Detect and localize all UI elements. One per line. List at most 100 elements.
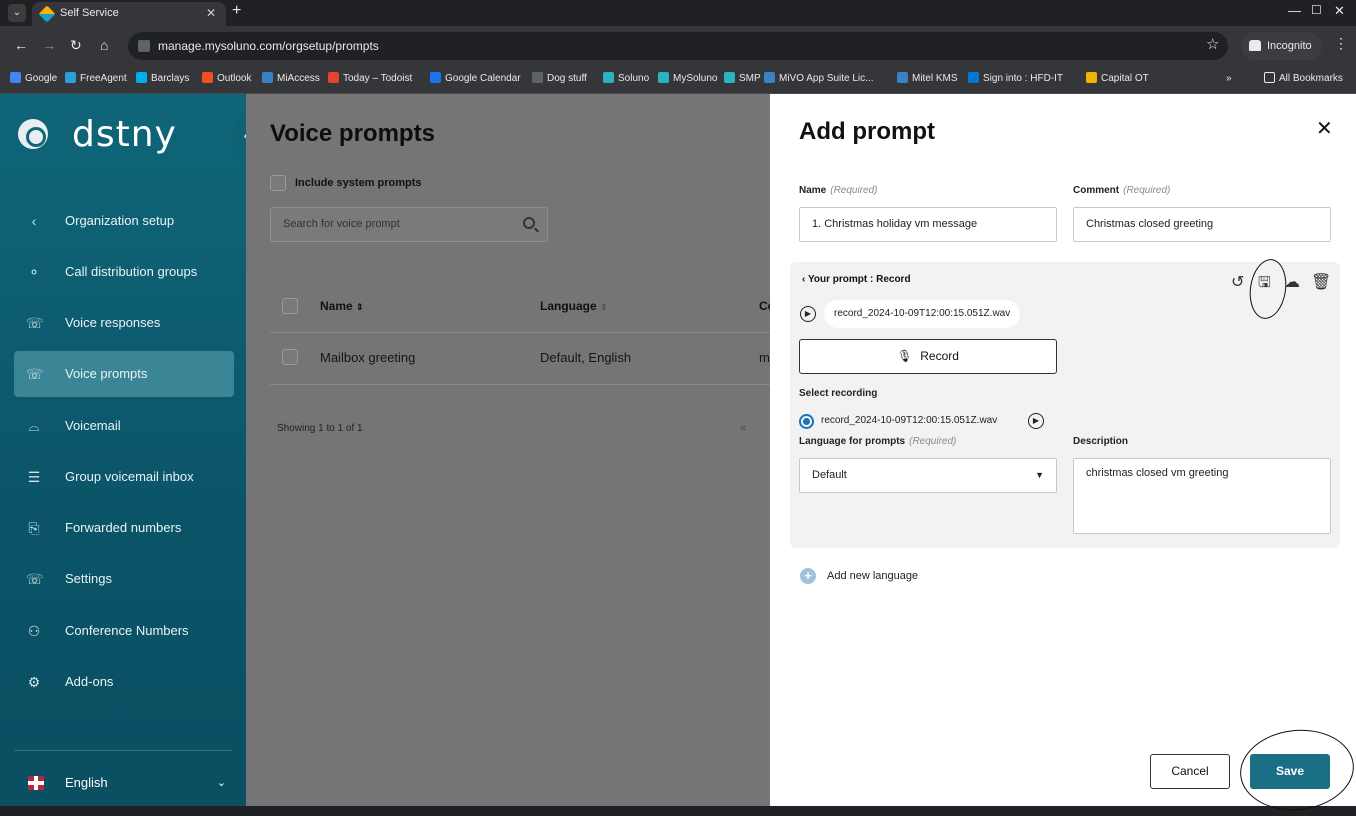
language-label: English [65, 775, 108, 790]
bookmarks-overflow-button[interactable]: » [1226, 72, 1232, 86]
language-selector[interactable]: English ⌄ [14, 760, 234, 806]
bookmark-item[interactable]: MiAccess [262, 72, 320, 86]
row-checkbox[interactable] [282, 349, 298, 365]
address-bar[interactable]: manage.mysoluno.com/orgsetup/prompts [128, 32, 1228, 60]
close-tab-icon[interactable]: ✕ [206, 2, 216, 24]
trash-icon[interactable]: 🗑 [1311, 272, 1331, 292]
recording-option-label[interactable]: record_2024-10-09T12:00:15.051Z.wav [821, 415, 997, 426]
forward-icon[interactable]: → [42, 37, 56, 53]
select-all-checkbox[interactable] [282, 298, 298, 314]
search-icon[interactable] [523, 217, 535, 229]
sidebar-item-group-voicemail-inbox[interactable]: ☰ Group voicemail inbox [14, 454, 234, 500]
bookmark-star-icon[interactable]: ☆ [1206, 35, 1219, 53]
phone-prompt-icon: ☏ [26, 366, 44, 382]
minimize-window-icon[interactable]: — [1288, 3, 1301, 18]
language-select-value: Default [812, 469, 847, 481]
bookmark-favicon-icon [136, 72, 147, 83]
include-system-prompts-label: Include system prompts [295, 177, 422, 189]
main-content: Voice prompts Include system prompts Sea… [246, 94, 775, 806]
bookmark-item[interactable]: Soluno [603, 72, 649, 86]
all-bookmarks-button[interactable]: All Bookmarks [1264, 72, 1343, 86]
add-language-label: Add new language [827, 570, 919, 582]
sidebar-item-label: Add-ons [65, 674, 114, 689]
comment-label-text: Comment [1073, 185, 1120, 196]
phone-waves-icon: ☏ [26, 315, 44, 331]
sidebar-item-label: Call distribution groups [65, 264, 198, 279]
close-window-icon[interactable]: ✕ [1334, 3, 1345, 19]
site-info-icon[interactable] [138, 40, 150, 52]
row-language-cell: Default, English [540, 350, 632, 365]
undo-icon[interactable]: ↺ [1231, 272, 1244, 292]
chevron-left-icon[interactable]: ‹ [802, 274, 805, 285]
inbox-icon: ☰ [27, 469, 41, 485]
name-field[interactable]: 1. Christmas holiday vm message [799, 207, 1057, 242]
bookmark-item[interactable]: Google Calendar [430, 72, 521, 86]
bookmark-label: Dog stuff [547, 73, 587, 84]
your-prompt-header[interactable]: ‹ Your prompt : Record [802, 274, 911, 285]
bookmark-item[interactable]: Capital OT [1086, 72, 1149, 86]
sidebar-item-call-distribution-groups[interactable]: ⚬ Call distribution groups [14, 249, 234, 295]
play-icon[interactable]: ▶ [1028, 413, 1044, 429]
add-new-language-button[interactable]: + Add new language [800, 568, 918, 584]
incognito-indicator[interactable]: Incognito [1241, 32, 1322, 60]
include-system-prompts-checkbox[interactable] [270, 175, 286, 191]
bookmark-item[interactable]: Barclays [136, 72, 189, 86]
bookmark-favicon-icon [328, 72, 339, 83]
bookmark-item[interactable]: Dog stuff [532, 72, 587, 86]
browser-menu-icon[interactable]: ⋮ [1334, 35, 1348, 52]
column-header-name[interactable]: Name ⇕ [320, 299, 364, 313]
forward-icon: ⎘ [28, 520, 40, 536]
record-button[interactable]: 🎙 Record [799, 339, 1057, 374]
column-header-language[interactable]: Language ⇕ [540, 299, 608, 313]
tab-search-button[interactable]: ⌄ [8, 4, 26, 22]
sort-icon[interactable]: ⇕ [600, 302, 608, 312]
sidebar-item-organization-setup[interactable]: ‹ Organization setup [14, 198, 234, 244]
sidebar-item-voice-responses[interactable]: ☏ Voice responses [14, 300, 234, 346]
chevron-down-icon: ⌄ [216, 777, 226, 789]
recording-radio[interactable] [799, 414, 814, 429]
browser-tab[interactable]: Self Service ✕ [32, 2, 226, 26]
back-icon[interactable]: ← [14, 37, 28, 53]
bookmark-label: MiVO App Suite Lic... [779, 73, 874, 84]
bookmark-item[interactable]: Mitel KMS [897, 72, 958, 86]
select-recording-label: Select recording [799, 388, 878, 399]
bookmark-item[interactable]: Today – Todoist [328, 72, 412, 86]
search-input[interactable]: Search for voice prompt [270, 207, 548, 242]
bookmark-item[interactable]: Outlook [202, 72, 251, 86]
sidebar-item-conference-numbers[interactable]: ⚇ Conference Numbers [14, 608, 234, 654]
sidebar-item-add-ons[interactable]: ⚙ Add-ons [14, 659, 234, 705]
bookmark-item[interactable]: MySoluno [658, 72, 717, 86]
sidebar-item-settings[interactable]: ☏ Settings [14, 556, 234, 602]
comment-field[interactable]: Christmas closed greeting [1073, 207, 1331, 242]
sidebar-item-label: Voice responses [65, 315, 161, 330]
bookmark-item[interactable]: MiVO App Suite Lic... [764, 72, 874, 86]
reload-icon[interactable]: ↻ [70, 37, 82, 54]
maximize-window-icon[interactable]: ☐ [1311, 3, 1322, 17]
sidebar-item-voicemail[interactable]: ⌓ Voicemail [14, 403, 234, 449]
bookmark-label: MySoluno [673, 73, 718, 84]
language-field-label: Language for prompts (Required) [799, 436, 956, 447]
panel-title: Add prompt [799, 118, 935, 145]
play-icon[interactable]: ▶ [800, 306, 816, 322]
bookmark-item[interactable]: Google [10, 72, 57, 86]
language-select[interactable]: Default ▼ [799, 458, 1057, 493]
browser-toolbar: ← → ↻ ⌂ manage.mysoluno.com/orgsetup/pro… [0, 26, 1356, 66]
new-tab-button[interactable]: + [232, 2, 241, 20]
bookmark-item[interactable]: FreeAgent [65, 72, 127, 86]
bookmark-favicon-icon [532, 72, 543, 83]
sidebar-item-forwarded-numbers[interactable]: ⎘ Forwarded numbers [14, 505, 234, 551]
bookmark-item[interactable]: Sign into : HFD-IT [968, 72, 1063, 86]
row-name-cell[interactable]: Mailbox greeting [320, 350, 415, 365]
cancel-button[interactable]: Cancel [1150, 754, 1230, 789]
bookmark-label: Capital OT [1101, 73, 1149, 84]
site-favicon-icon [38, 5, 56, 23]
description-textarea[interactable]: christmas closed vm greeting [1073, 458, 1331, 534]
add-prompt-panel: Add prompt ✕ Name (Required) 1. Christmas… [770, 94, 1356, 816]
bookmark-favicon-icon [724, 72, 735, 83]
first-page-button[interactable]: « [740, 422, 746, 434]
sidebar-item-voice-prompts[interactable]: ☏ Voice prompts [14, 351, 234, 397]
bookmark-item[interactable]: SMP [724, 72, 761, 86]
close-icon[interactable]: ✕ [1316, 116, 1333, 141]
sort-icon[interactable]: ⇕ [356, 302, 364, 312]
home-icon[interactable]: ⌂ [100, 37, 108, 53]
